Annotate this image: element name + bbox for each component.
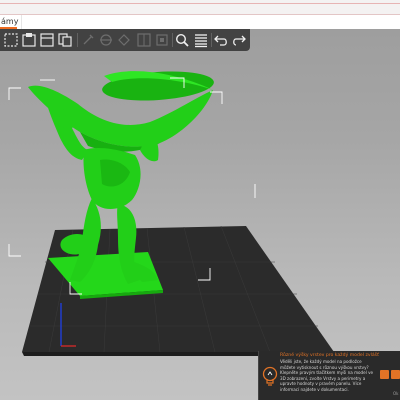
delete-all-icon[interactable] xyxy=(98,32,114,48)
layers-icon[interactable] xyxy=(193,32,209,48)
3d-viewport[interactable] xyxy=(0,0,400,400)
paste-icon[interactable] xyxy=(57,32,73,48)
delete-icon[interactable] xyxy=(80,32,96,48)
add-icon[interactable] xyxy=(3,32,19,48)
notification-body: Věděli jste, že každý model na podložce … xyxy=(280,359,374,392)
notification-title: Různé výšky vrstev pro každý model zvláš… xyxy=(280,353,379,358)
hint-notification: Různé výšky vrstev pro každý model zvláš… xyxy=(258,351,400,400)
search-icon[interactable] xyxy=(174,32,190,48)
top-toolbar xyxy=(0,29,250,51)
layers-editor-icon[interactable] xyxy=(154,32,170,48)
split-objects-icon[interactable] xyxy=(116,32,132,48)
split-parts-icon[interactable] xyxy=(136,32,152,48)
copy-icon[interactable] xyxy=(39,32,55,48)
undo-icon[interactable] xyxy=(213,32,229,48)
arrange-icon[interactable] xyxy=(21,32,37,48)
toolbar-separator xyxy=(77,33,78,47)
toolbar-separator xyxy=(172,33,173,47)
toolbar-separator xyxy=(211,33,212,47)
notification-prev-button[interactable] xyxy=(380,370,389,379)
redo-icon[interactable] xyxy=(231,32,247,48)
notification-link[interactable]: Ok xyxy=(393,391,398,396)
lightbulb-icon xyxy=(262,366,278,388)
notification-close-button[interactable] xyxy=(391,370,400,379)
